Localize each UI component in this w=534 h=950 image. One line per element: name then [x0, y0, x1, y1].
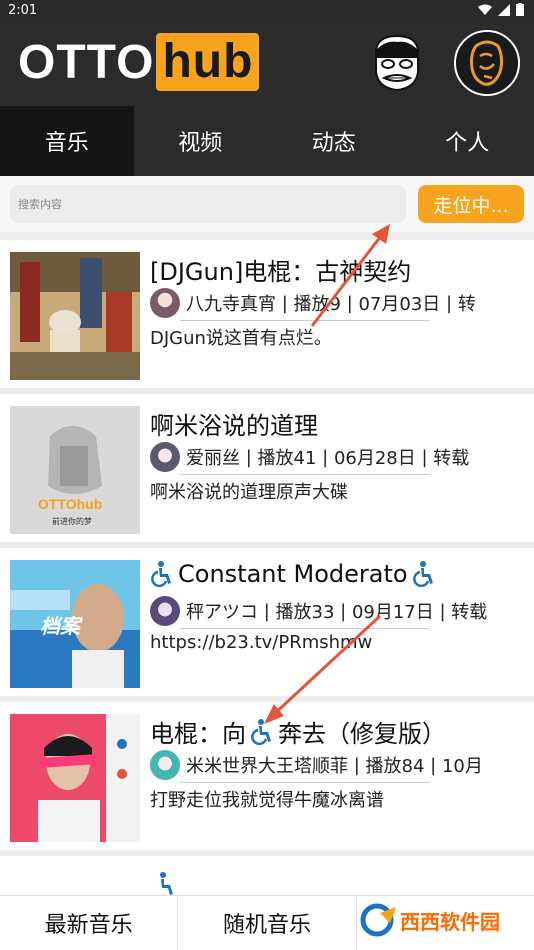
card-title-text: Constant Moderato: [178, 560, 408, 588]
card-author: 米米世界大王塔顺菲: [186, 752, 348, 778]
search-button[interactable]: 走位中...: [418, 185, 524, 223]
meta-separator: |: [258, 601, 276, 622]
author-avatar: [150, 750, 180, 780]
card-author: 爱丽丝: [186, 444, 240, 470]
tab-music[interactable]: 音乐: [0, 106, 134, 176]
meta-separator: |: [316, 447, 334, 468]
meta-divider: [180, 782, 430, 783]
meta-separator: |: [348, 755, 366, 776]
meta-separator: |: [416, 447, 434, 468]
watermark: 西西软件园: [360, 900, 520, 940]
tab-bar: 音乐 视频 动态 个人: [0, 106, 534, 176]
mask-face-icon[interactable]: [366, 32, 428, 94]
music-card[interactable]: 电棍：向 奔去（修复版） 米米世界大王塔顺菲 | 播放84 | 10月 打野走位…: [0, 702, 534, 850]
card-description: 打野走位我就觉得牛魔冰离谱: [150, 786, 384, 812]
meta-divider: [180, 474, 430, 475]
wheelchair-icon: [152, 872, 176, 895]
logo-otto-text: OTTO: [18, 35, 154, 90]
author-avatar: [150, 288, 180, 318]
card-meta: 秤アツコ | 播放33 | 09月17日 | 转载: [150, 594, 487, 628]
tab-activity[interactable]: 动态: [267, 106, 401, 176]
card-extra: 转载: [433, 444, 469, 470]
card-title: [DJGun]电棍：古神契约: [150, 252, 411, 287]
battery-icon: [516, 3, 524, 16]
meta-separator: |: [341, 293, 359, 314]
random-music-button[interactable]: 随机音乐: [178, 896, 356, 950]
author-avatar: [150, 596, 180, 626]
search-row: 走位中...: [0, 176, 534, 232]
card-author: 秤アツコ: [186, 598, 258, 624]
thumb-sub-text: 前进你的梦: [52, 516, 92, 527]
card-meta: 米米世界大王塔顺菲 | 播放84 | 10月: [150, 748, 483, 782]
card-date: 07月03日: [358, 290, 440, 316]
card-plays: 播放41: [258, 444, 317, 470]
music-card[interactable]: [DJGun]电棍：古神契约 八九寺真宵 | 播放9 | 07月03日 | 转 …: [0, 240, 534, 388]
author-avatar: [150, 442, 180, 472]
tab-personal[interactable]: 个人: [401, 106, 534, 176]
card-description: 啊米浴说的道理原声大碟: [150, 478, 348, 504]
thumb-overlay-text: 档案: [40, 610, 80, 639]
app-logo[interactable]: OTTO hub: [18, 32, 259, 92]
card-meta: 八九寺真宵 | 播放9 | 07月03日 | 转: [150, 286, 476, 320]
logo-hub-text: hub: [156, 33, 259, 91]
watermark-logo-icon: [360, 903, 400, 937]
music-card-partial[interactable]: [0, 856, 534, 895]
wheelchair-icon: [250, 719, 274, 745]
status-icons: [478, 3, 524, 16]
meta-divider: [180, 320, 430, 321]
card-author: 八九寺真宵: [186, 290, 276, 316]
meta-separator: |: [276, 293, 294, 314]
card-extra: 转载: [451, 598, 487, 624]
card-extra: 转: [458, 290, 476, 316]
status-bar: 2:01: [0, 0, 534, 22]
card-meta: 爱丽丝 | 播放41 | 06月28日 | 转载: [150, 440, 469, 474]
user-avatar[interactable]: [454, 30, 520, 96]
meta-divider: [180, 628, 430, 629]
signal-icon: [498, 4, 510, 16]
app-header: OTTO hub: [0, 22, 534, 106]
card-title: 啊米浴说的道理: [150, 406, 318, 441]
latest-music-button[interactable]: 最新音乐: [0, 896, 178, 950]
search-input[interactable]: [10, 185, 406, 223]
card-date: 09月17日: [352, 598, 434, 624]
card-title-part-a: 电棍：向: [150, 714, 246, 749]
card-thumbnail: 档案: [10, 560, 140, 688]
card-date: 06月28日: [334, 444, 416, 470]
meta-separator: |: [434, 601, 452, 622]
wheelchair-icon: [412, 561, 436, 587]
status-time: 2:01: [8, 3, 37, 18]
card-plays: 播放9: [294, 290, 341, 316]
card-thumbnail: OTTOhub 前进你的梦: [10, 406, 140, 534]
card-thumbnail: [10, 252, 140, 380]
card-plays: 播放84: [366, 752, 425, 778]
wifi-icon: [478, 4, 492, 16]
music-card[interactable]: OTTOhub 前进你的梦 啊米浴说的道理 爱丽丝 | 播放41 | 06月28…: [0, 394, 534, 542]
meta-separator: |: [334, 601, 352, 622]
thumb-logo-text: OTTOhub: [38, 496, 102, 512]
card-description: https://b23.tv/PRmshmw: [150, 632, 372, 653]
card-thumbnail: [10, 714, 140, 842]
card-description: DJGun说这首有点烂。: [150, 324, 332, 350]
card-plays: 播放33: [276, 598, 335, 624]
wheelchair-icon: [150, 561, 174, 587]
card-title: 电棍：向 奔去（修复版）: [150, 714, 446, 749]
card-date: 10月: [442, 752, 483, 778]
watermark-text: 西西软件园: [400, 906, 500, 935]
card-title-part-b: 奔去（修复版）: [278, 714, 446, 749]
meta-separator: |: [240, 447, 258, 468]
meta-separator: |: [424, 755, 442, 776]
tab-video[interactable]: 视频: [134, 106, 268, 176]
meta-separator: |: [440, 293, 458, 314]
music-card[interactable]: 档案 Constant Moderato 秤アツコ | 播放33 | 09月17…: [0, 548, 534, 696]
card-title: Constant Moderato: [150, 560, 436, 588]
